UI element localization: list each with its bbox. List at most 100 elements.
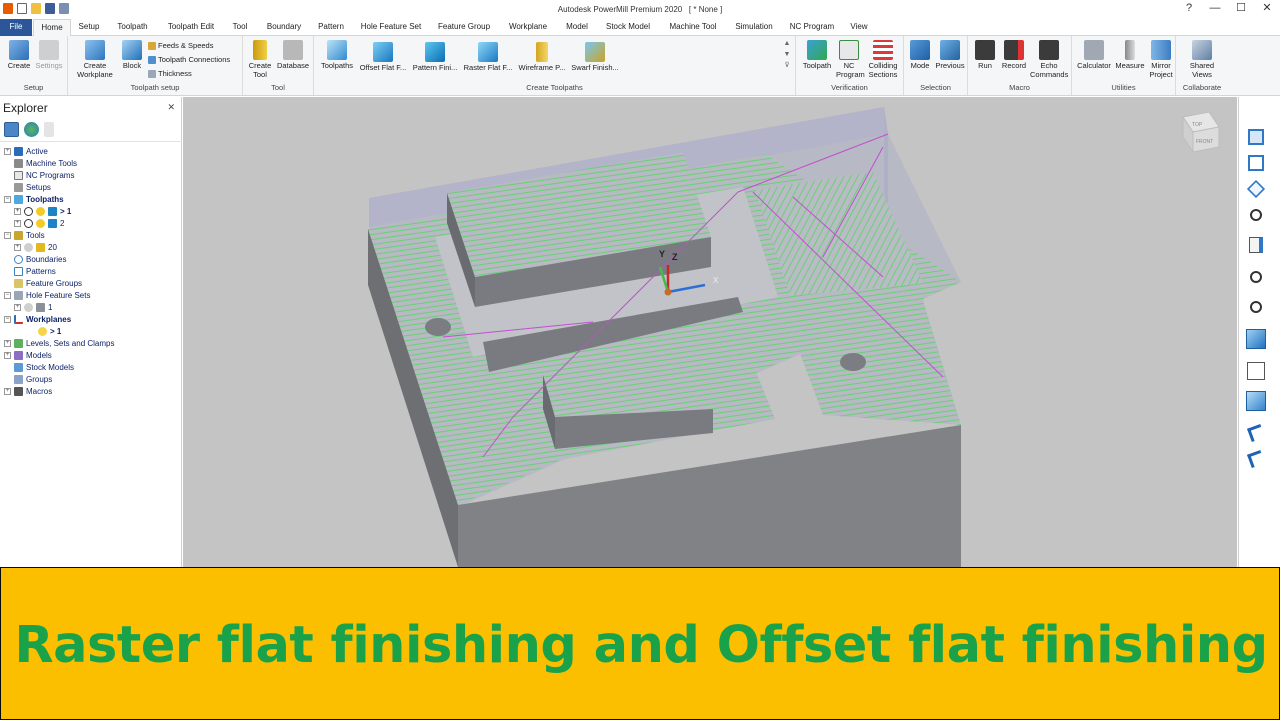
expand-icon[interactable]: + <box>14 304 21 311</box>
expand-icon[interactable]: + <box>4 340 11 347</box>
tree-item-toolpath-2[interactable]: +2 <box>14 218 64 229</box>
collapse-icon[interactable]: − <box>4 292 11 299</box>
minimize-button[interactable]: — <box>1202 0 1228 19</box>
toolpaths-button[interactable]: Toolpaths <box>317 40 357 71</box>
tree-item-macros[interactable]: + Macros <box>4 386 52 397</box>
maximize-button[interactable]: ☐ <box>1228 0 1254 19</box>
tree-item-boundaries[interactable]: Boundaries <box>14 254 66 265</box>
echo-commands-button[interactable]: Echo Commands <box>1030 40 1068 79</box>
tab-stock-model[interactable]: Stock Model <box>600 19 656 36</box>
thickness-button[interactable]: Thickness <box>148 69 192 78</box>
tree-item-machine-tools[interactable]: Machine Tools <box>14 158 77 169</box>
tab-machine-tool[interactable]: Machine Tool <box>662 19 724 36</box>
tab-model[interactable]: Model <box>561 19 593 36</box>
refresh-view-icon[interactable] <box>1244 233 1268 257</box>
pattern-finishing-button[interactable]: Pattern Fini... <box>410 42 460 73</box>
tree-item-toolpath-1[interactable]: + > 1 <box>14 206 71 217</box>
tab-setup[interactable]: Setup <box>72 19 106 36</box>
graphics-viewport[interactable]: Y Z X TOP FRONT <box>183 97 1237 567</box>
tab-workplane[interactable]: Workplane <box>501 19 555 36</box>
view-panel-icon[interactable] <box>1244 125 1268 149</box>
raster-flat-finishing-button[interactable]: Raster Flat F... <box>462 42 514 73</box>
settings-button[interactable]: Settings <box>34 40 64 71</box>
shaded-view-icon[interactable] <box>1244 327 1268 351</box>
shared-views-button[interactable]: Shared Views <box>1181 40 1223 79</box>
record-macro-button[interactable]: Record <box>1000 40 1028 71</box>
tree-item-feature-groups[interactable]: Feature Groups <box>14 278 82 289</box>
model-view[interactable]: Y Z X TOP FRONT <box>183 97 1237 567</box>
close-button[interactable]: ✕ <box>1254 0 1280 19</box>
tree-item-hole-feature-sets[interactable]: − Hole Feature Sets <box>4 290 90 301</box>
block-button[interactable]: Block <box>120 40 144 71</box>
select-box-icon[interactable] <box>1244 421 1268 445</box>
tab-tool[interactable]: Tool <box>226 19 254 36</box>
verify-nc-program-button[interactable]: NC Program <box>836 40 865 79</box>
tree-item-patterns[interactable]: Patterns <box>14 266 56 277</box>
shaded-wire-view-icon[interactable] <box>1244 389 1268 413</box>
zoom-box-icon[interactable] <box>1244 265 1268 289</box>
expand-icon[interactable]: + <box>4 148 11 155</box>
tab-view[interactable]: View <box>845 19 873 36</box>
tab-pattern[interactable]: Pattern <box>313 19 349 36</box>
create-setup-button[interactable]: Create <box>6 40 32 71</box>
create-tool-button[interactable]: Create Tool <box>247 40 273 79</box>
tab-toolpath[interactable]: Toolpath <box>110 19 155 36</box>
run-macro-button[interactable]: Run <box>972 40 998 71</box>
tree-item-workplane-1[interactable]: > 1 <box>38 326 61 337</box>
globe-icon[interactable] <box>24 122 39 137</box>
tab-home[interactable]: Home <box>33 19 71 37</box>
cube-view-icon[interactable] <box>1244 177 1268 201</box>
close-explorer-icon[interactable]: ✕ <box>167 102 175 113</box>
zoom-icon[interactable] <box>1244 203 1268 227</box>
tree-item-setups[interactable]: Setups <box>14 182 51 193</box>
tab-feature-group[interactable]: Feature Group <box>432 19 496 36</box>
tab-file[interactable]: File <box>0 19 32 36</box>
gallery-scroll-button[interactable]: ▲ ▼ ⊽ <box>782 38 792 71</box>
select-previous-icon[interactable] <box>1244 447 1268 471</box>
collapse-icon[interactable]: − <box>4 316 11 323</box>
wireframe-profile-button[interactable]: Wireframe P... <box>516 42 568 73</box>
tree-item-tool-20[interactable]: +20 <box>14 242 57 253</box>
tab-boundary[interactable]: Boundary <box>260 19 308 36</box>
view-cube[interactable]: TOP FRONT <box>1182 111 1220 154</box>
measure-button[interactable]: Measure <box>1114 40 1146 71</box>
tree-item-stock-models[interactable]: Stock Models <box>14 362 74 373</box>
iso-view-icon[interactable] <box>1244 151 1268 175</box>
help-icon[interactable]: ? <box>1176 0 1202 19</box>
tree-item-toolpaths[interactable]: − Toolpaths <box>4 194 64 205</box>
tree-item-nc-programs[interactable]: NC Programs <box>14 170 74 181</box>
tab-hole-feature-set[interactable]: Hole Feature Set <box>355 19 427 36</box>
tree-view-icon[interactable] <box>4 122 19 137</box>
wireframe-view-icon[interactable] <box>1244 359 1268 383</box>
tree-item-levels[interactable]: + Levels, Sets and Clamps <box>4 338 115 349</box>
expand-icon[interactable]: + <box>4 388 11 395</box>
tree-item-workplanes[interactable]: − Workplanes <box>4 314 71 325</box>
collapse-icon[interactable]: − <box>4 232 11 239</box>
tab-toolpath-edit[interactable]: Toolpath Edit <box>160 19 222 36</box>
calculator-button[interactable]: Calculator <box>1075 40 1113 71</box>
expand-icon[interactable]: + <box>14 208 21 215</box>
tab-simulation[interactable]: Simulation <box>729 19 779 36</box>
tool-database-button[interactable]: Database <box>275 40 311 71</box>
toolpath-connections-button[interactable]: Toolpath Connections <box>148 55 230 64</box>
collapse-icon[interactable]: − <box>4 196 11 203</box>
zoom-out-icon[interactable] <box>1244 295 1268 319</box>
trash-icon[interactable] <box>44 122 54 137</box>
tree-item-models[interactable]: + Models <box>4 350 52 361</box>
expand-icon[interactable]: + <box>4 352 11 359</box>
tree-item-hole-feature-1[interactable]: +1 <box>14 302 52 313</box>
tree-item-groups[interactable]: Groups <box>14 374 52 385</box>
previous-selection-button[interactable]: Previous <box>934 40 966 71</box>
feeds-speeds-button[interactable]: Feeds & Speeds <box>148 41 213 50</box>
tree-item-active[interactable]: + Active <box>4 146 48 157</box>
tab-nc-program[interactable]: NC Program <box>785 19 839 36</box>
mirror-project-button[interactable]: Mirror Project <box>1147 40 1175 79</box>
verify-toolpath-button[interactable]: Toolpath <box>799 40 835 71</box>
offset-flat-finishing-button[interactable]: Offset Flat F... <box>358 42 408 73</box>
tree-item-tools[interactable]: − Tools <box>4 230 45 241</box>
selection-mode-button[interactable]: Mode <box>907 40 933 71</box>
expand-icon[interactable]: + <box>14 220 21 227</box>
create-workplane-button[interactable]: Create Workplane <box>71 40 119 79</box>
swarf-finishing-button[interactable]: Swarf Finish... <box>569 42 621 73</box>
expand-icon[interactable]: + <box>14 244 21 251</box>
